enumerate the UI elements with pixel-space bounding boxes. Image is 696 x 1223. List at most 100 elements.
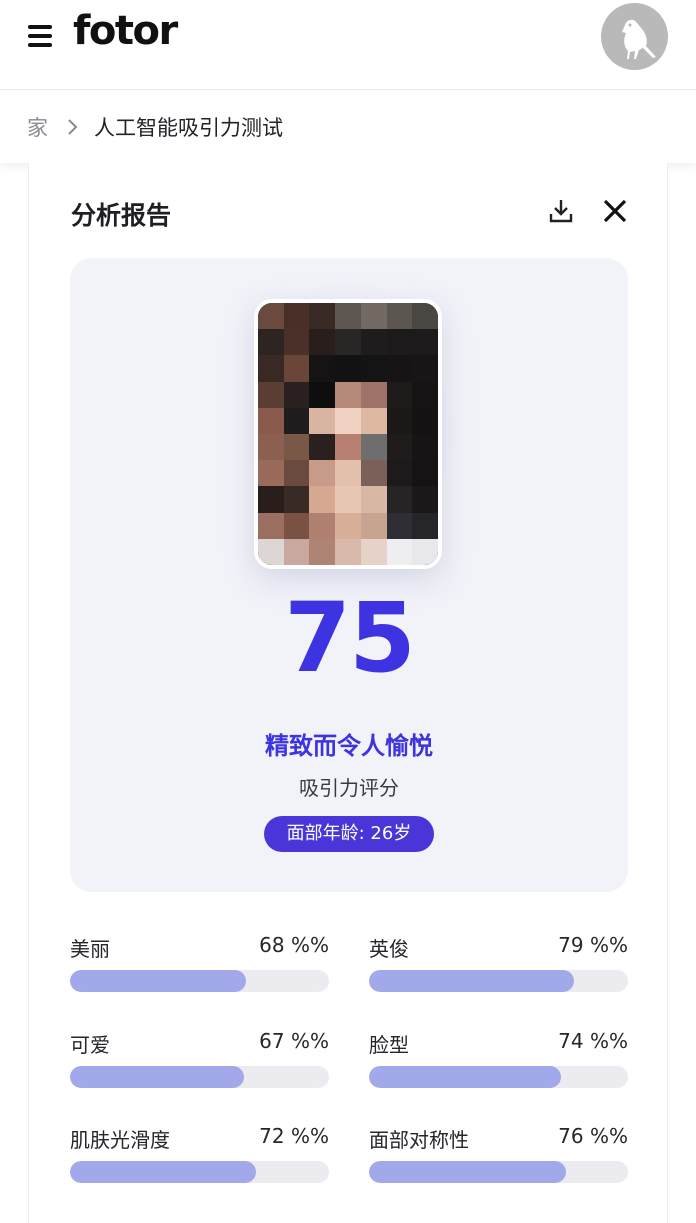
photo-pixel (335, 538, 361, 565)
photo-pixel (412, 512, 438, 539)
metric-value: 72 %% (259, 1124, 329, 1148)
photo-pixel (412, 355, 438, 382)
photo-pixel (335, 486, 361, 513)
photo-pixel (335, 460, 361, 487)
metric-beauty: 美丽 68 %% (70, 933, 329, 993)
score-label: 吸引力评分 (299, 776, 399, 800)
photo-pixel (258, 381, 284, 408)
metric-name: 面部对称性 (369, 1128, 469, 1152)
photo-pixel (386, 512, 413, 539)
photo-pixel (258, 434, 284, 461)
photo-pixel (386, 486, 413, 513)
photo-pixel (412, 434, 438, 461)
photo-pixel (283, 434, 310, 461)
photo-pixel (412, 329, 438, 356)
photo-pixel (360, 512, 387, 539)
breadcrumb-current-page: 人工智能吸引力测试 (94, 116, 283, 140)
score-panel: 75 精致而令人愉悦 吸引力评分 面部年龄: 26岁 (70, 258, 628, 892)
breadcrumb: 家 人工智能吸引力测试 (0, 91, 696, 163)
photo-pixel (360, 355, 387, 382)
user-avatar[interactable] (601, 3, 668, 70)
chevron-right-icon (68, 119, 78, 135)
photo-pixel (386, 538, 413, 565)
metric-face-shape: 脸型 74 %% (369, 1029, 628, 1089)
metric-bar-track (70, 1066, 329, 1088)
photo-pixel (258, 512, 284, 539)
photo-pixel (335, 329, 361, 356)
photo-pixel (360, 486, 387, 513)
photo-pixel (283, 538, 310, 565)
photo-pixel (258, 407, 284, 434)
metric-value: 76 %% (558, 1124, 628, 1148)
photo-pixel (412, 538, 438, 565)
photo-pixel (360, 460, 387, 487)
photo-pixel (309, 538, 336, 565)
photo-pixel (309, 381, 336, 408)
photo-pixel (386, 407, 413, 434)
photo-pixel (335, 303, 361, 330)
metric-bar-fill (70, 1161, 257, 1183)
photo-pixel (309, 407, 336, 434)
photo-pixel (360, 303, 387, 330)
download-icon[interactable] (547, 197, 575, 225)
photo-pixel (360, 407, 387, 434)
photo-pixel (309, 460, 336, 487)
analysis-report-card: 分析报告 75 精致而令人愉悦 吸引力评分 面部年龄: 26岁 美丽 68 %%… (28, 163, 668, 1223)
metric-name: 英俊 (369, 937, 409, 961)
uploaded-face-photo (254, 299, 442, 569)
photo-pixel (360, 538, 387, 565)
photo-pixel (335, 434, 361, 461)
photo-pixel (386, 381, 413, 408)
photo-pixel (412, 407, 438, 434)
metric-bar-fill (369, 970, 574, 992)
photo-pixel (258, 355, 284, 382)
top-header: fotor (0, 0, 696, 90)
photo-pixel (386, 355, 413, 382)
photo-pixel (309, 329, 336, 356)
photo-pixel (283, 486, 310, 513)
metric-bar-track (369, 970, 628, 992)
hamburger-icon[interactable] (28, 24, 54, 48)
metric-skin-smoothness: 肌肤光滑度 72 %% (70, 1124, 329, 1184)
metric-face-symmetry: 面部对称性 76 %% (369, 1124, 628, 1184)
metric-bar-fill (369, 1066, 561, 1088)
photo-pixel (335, 407, 361, 434)
report-title: 分析报告 (71, 201, 172, 230)
metric-name: 肌肤光滑度 (70, 1128, 170, 1152)
face-age-badge: 面部年龄: 26岁 (264, 816, 434, 852)
metric-name: 脸型 (369, 1033, 409, 1057)
attractiveness-score: 75 (284, 582, 416, 694)
breadcrumb-home-link[interactable]: 家 (27, 112, 48, 142)
photo-pixel (258, 538, 284, 565)
metric-handsome: 英俊 79 %% (369, 933, 628, 993)
metric-cute: 可爱 67 %% (70, 1029, 329, 1089)
photo-pixel (412, 486, 438, 513)
photo-pixel (360, 434, 387, 461)
photo-pixel (258, 486, 284, 513)
photo-pixel (335, 381, 361, 408)
photo-pixel (283, 355, 310, 382)
photo-pixel (309, 434, 336, 461)
photo-pixel (412, 381, 438, 408)
close-icon[interactable] (601, 197, 629, 225)
photo-pixel (309, 303, 336, 330)
metric-bar-fill (70, 1066, 244, 1088)
metric-name: 美丽 (70, 937, 110, 961)
photo-pixel (258, 329, 284, 356)
photo-pixel (386, 434, 413, 461)
metric-bar-fill (369, 1161, 566, 1183)
fotor-logo[interactable]: fotor (73, 8, 178, 54)
photo-pixel (283, 329, 310, 356)
photo-pixel (283, 303, 310, 330)
photo-pixel (283, 460, 310, 487)
bird-icon (622, 19, 656, 60)
metric-value: 79 %% (558, 933, 628, 957)
metric-value: 68 %% (259, 933, 329, 957)
metric-bar-track (369, 1161, 628, 1183)
metric-name: 可爱 (70, 1033, 110, 1057)
photo-pixel (360, 329, 387, 356)
photo-pixel (309, 512, 336, 539)
photo-pixel (309, 486, 336, 513)
photo-pixel (258, 460, 284, 487)
metric-value: 67 %% (259, 1029, 329, 1053)
